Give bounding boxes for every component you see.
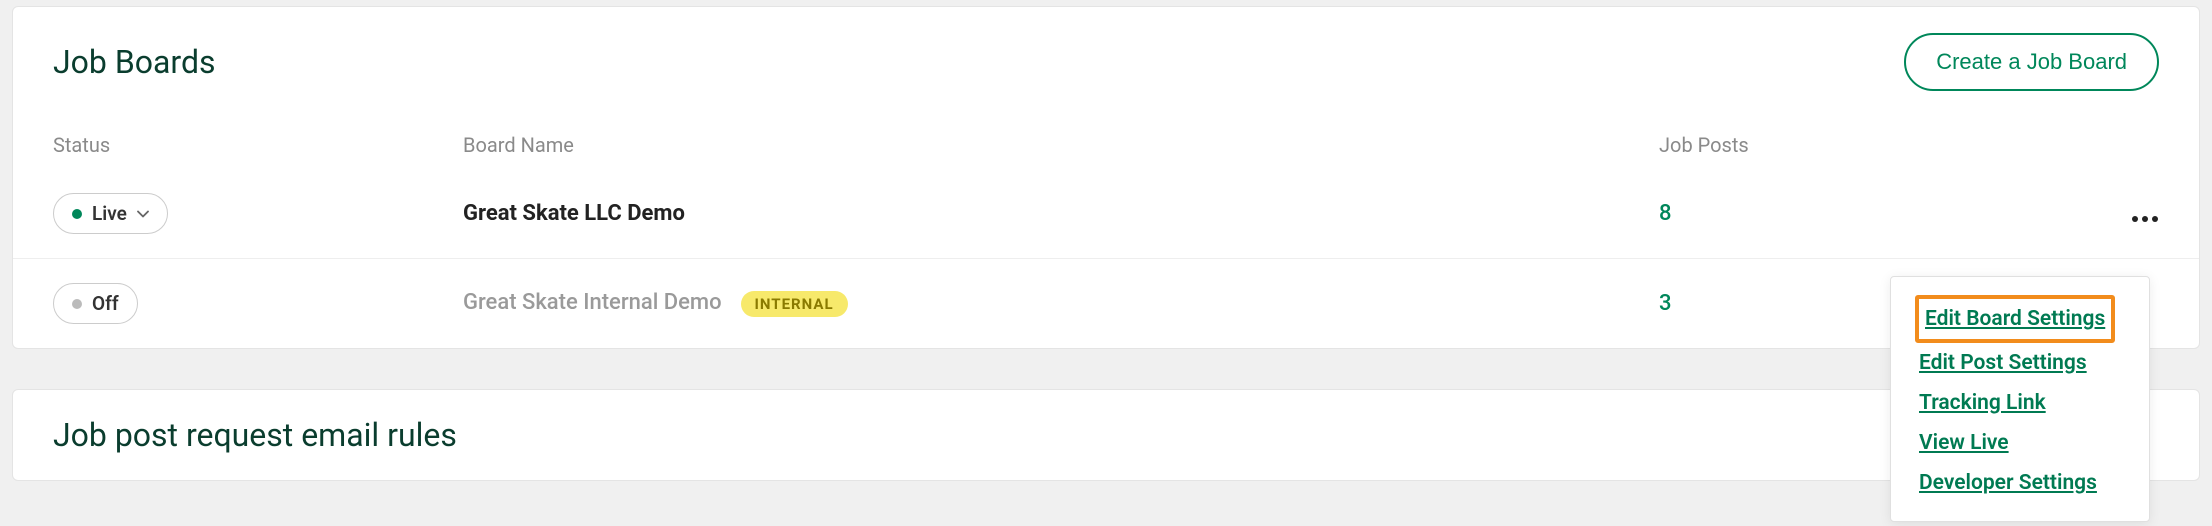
internal-badge: INTERNAL	[741, 291, 848, 317]
create-job-board-button[interactable]: Create a Job Board	[1904, 33, 2159, 91]
highlight-annotation: Edit Board Settings	[1915, 295, 2115, 343]
board-name: Great Skate LLC Demo	[463, 201, 685, 226]
status-dropdown[interactable]: Live	[53, 193, 168, 234]
status-dropdown[interactable]: Off	[53, 283, 138, 324]
chevron-down-icon	[137, 208, 149, 220]
status-label: Off	[92, 292, 119, 315]
job-posts-count[interactable]: 3	[1659, 291, 1672, 316]
section-title: Job post request email rules	[53, 416, 2159, 454]
table-header: Status Board Name Job Posts	[13, 103, 2199, 169]
status-dot-icon	[72, 209, 82, 219]
menu-edit-board-settings[interactable]: Edit Board Settings	[1921, 299, 2109, 339]
menu-view-live[interactable]: View Live	[1915, 423, 2125, 463]
actions-dropdown: Edit Board Settings Edit Post Settings T…	[1890, 276, 2150, 522]
email-rules-panel: Job post request email rules	[12, 389, 2200, 481]
table-row: Live Great Skate LLC Demo 8	[13, 169, 2199, 259]
page-title: Job Boards	[53, 43, 216, 81]
job-posts-count[interactable]: 8	[1659, 201, 1672, 226]
table-row: Off Great Skate Internal Demo INTERNAL 3	[13, 259, 2199, 348]
job-boards-panel: Job Boards Create a Job Board Status Boa…	[12, 6, 2200, 349]
panel-header: Job Boards Create a Job Board	[13, 7, 2199, 103]
column-header-board-name: Board Name	[463, 133, 1659, 157]
column-header-status: Status	[53, 133, 463, 157]
column-header-job-posts: Job Posts	[1659, 133, 2079, 157]
menu-edit-post-settings[interactable]: Edit Post Settings	[1915, 343, 2125, 383]
status-label: Live	[92, 202, 127, 225]
menu-developer-settings[interactable]: Developer Settings	[1915, 463, 2125, 503]
more-actions-icon[interactable]	[2131, 197, 2159, 230]
board-name: Great Skate Internal Demo	[463, 290, 722, 315]
status-dot-icon	[72, 299, 82, 309]
menu-tracking-link[interactable]: Tracking Link	[1915, 383, 2125, 423]
